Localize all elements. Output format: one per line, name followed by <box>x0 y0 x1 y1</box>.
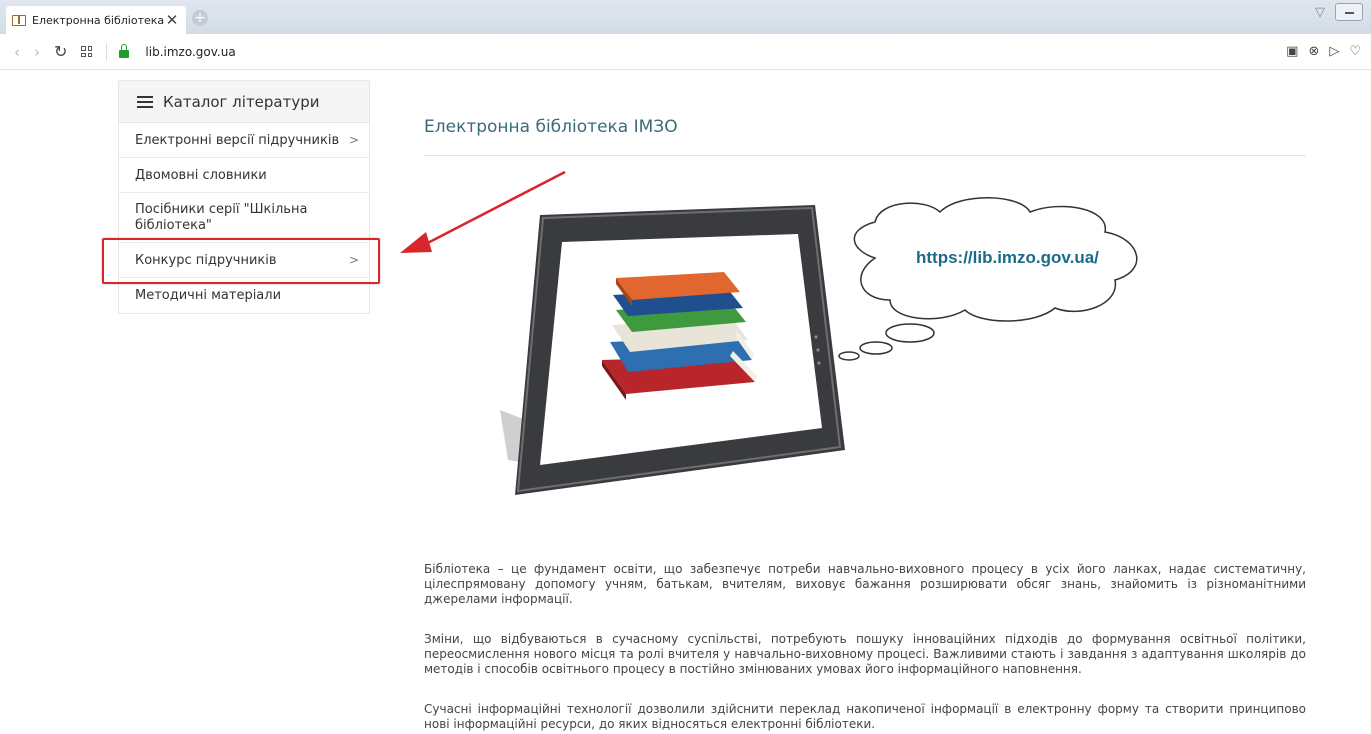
browser-tab[interactable]: Електронна бібліотека ✕ <box>6 6 186 34</box>
minimize-button[interactable] <box>1335 3 1363 21</box>
send-icon[interactable]: ▷ <box>1329 44 1339 59</box>
paragraph-3: Сучасні інформаційні технології дозволил… <box>424 702 1306 731</box>
paragraph-1: Бібліотека – це фундамент освіти, що заб… <box>424 562 1306 606</box>
cloud-url-text[interactable]: https://lib.imzo.gov.ua/ <box>916 248 1099 268</box>
tab-title: Електронна бібліотека <box>32 13 164 27</box>
paragraph-2: Зміни, що відбуваються в сучасному суспі… <box>424 632 1306 676</box>
catalog-header[interactable]: Каталог літератури <box>119 81 369 123</box>
sidebar-item-school-library[interactable]: Посібники серії "Шкільна бібліотека" <box>119 193 369 243</box>
forward-icon[interactable]: › <box>34 43 40 61</box>
back-icon[interactable]: ‹ <box>14 43 20 61</box>
sidebar-item-label: Конкурс підручників <box>135 252 277 268</box>
sidebar-item-label: Двомовні словники <box>135 167 267 183</box>
reload-icon[interactable]: ↻ <box>54 42 67 61</box>
catalog-sidebar: Каталог літератури Електронні версії під… <box>118 80 370 314</box>
url-field[interactable]: lib.imzo.gov.ua <box>145 45 235 59</box>
tab-bar: Електронна бібліотека ✕ + ▽ <box>0 0 1371 34</box>
sidebar-item-textbook-contest[interactable]: Конкурс підручників > <box>119 243 369 278</box>
sidebar-item-textbooks[interactable]: Електронні версії підручників > <box>119 123 369 158</box>
speed-dial-icon[interactable] <box>81 46 93 57</box>
sidebar-item-label: Методичні матеріали <box>135 288 282 303</box>
stash-icon[interactable]: ▽ <box>1315 5 1325 20</box>
sidebar-item-methodical[interactable]: Методичні матеріали <box>119 278 369 313</box>
toolbar-right: ▣ ⊗ ▷ ♡ <box>1286 44 1361 59</box>
page-title: Електронна бібліотека ІМЗО <box>424 117 678 137</box>
catalog-header-label: Каталог літератури <box>163 92 320 111</box>
menu-icon <box>137 95 153 108</box>
adblock-icon[interactable]: ⊗ <box>1308 44 1319 59</box>
new-tab-button[interactable]: + <box>192 10 208 26</box>
chevron-right-icon: > <box>348 253 359 267</box>
title-divider <box>424 155 1306 156</box>
address-bar: ‹ › ↻ lib.imzo.gov.ua <box>0 34 1371 70</box>
books-illustration <box>602 272 757 400</box>
chevron-right-icon: > <box>348 133 359 147</box>
sidebar-item-dictionaries[interactable]: Двомовні словники <box>119 158 369 193</box>
divider <box>106 42 108 61</box>
lock-icon <box>119 44 130 58</box>
sidebar-item-label: Посібники серії "Шкільна бібліотека" <box>135 201 308 233</box>
illustration <box>400 170 1138 495</box>
navigation-buttons: ‹ › ↻ <box>0 42 93 61</box>
sidebar-item-label: Електронні версії підручників <box>135 132 340 148</box>
heart-icon[interactable]: ♡ <box>1349 44 1361 59</box>
camera-icon[interactable]: ▣ <box>1286 44 1298 59</box>
thought-cloud <box>838 197 1138 361</box>
window-controls: ▽ <box>1315 3 1363 21</box>
book-icon <box>12 14 26 26</box>
close-icon[interactable]: ✕ <box>164 11 180 29</box>
